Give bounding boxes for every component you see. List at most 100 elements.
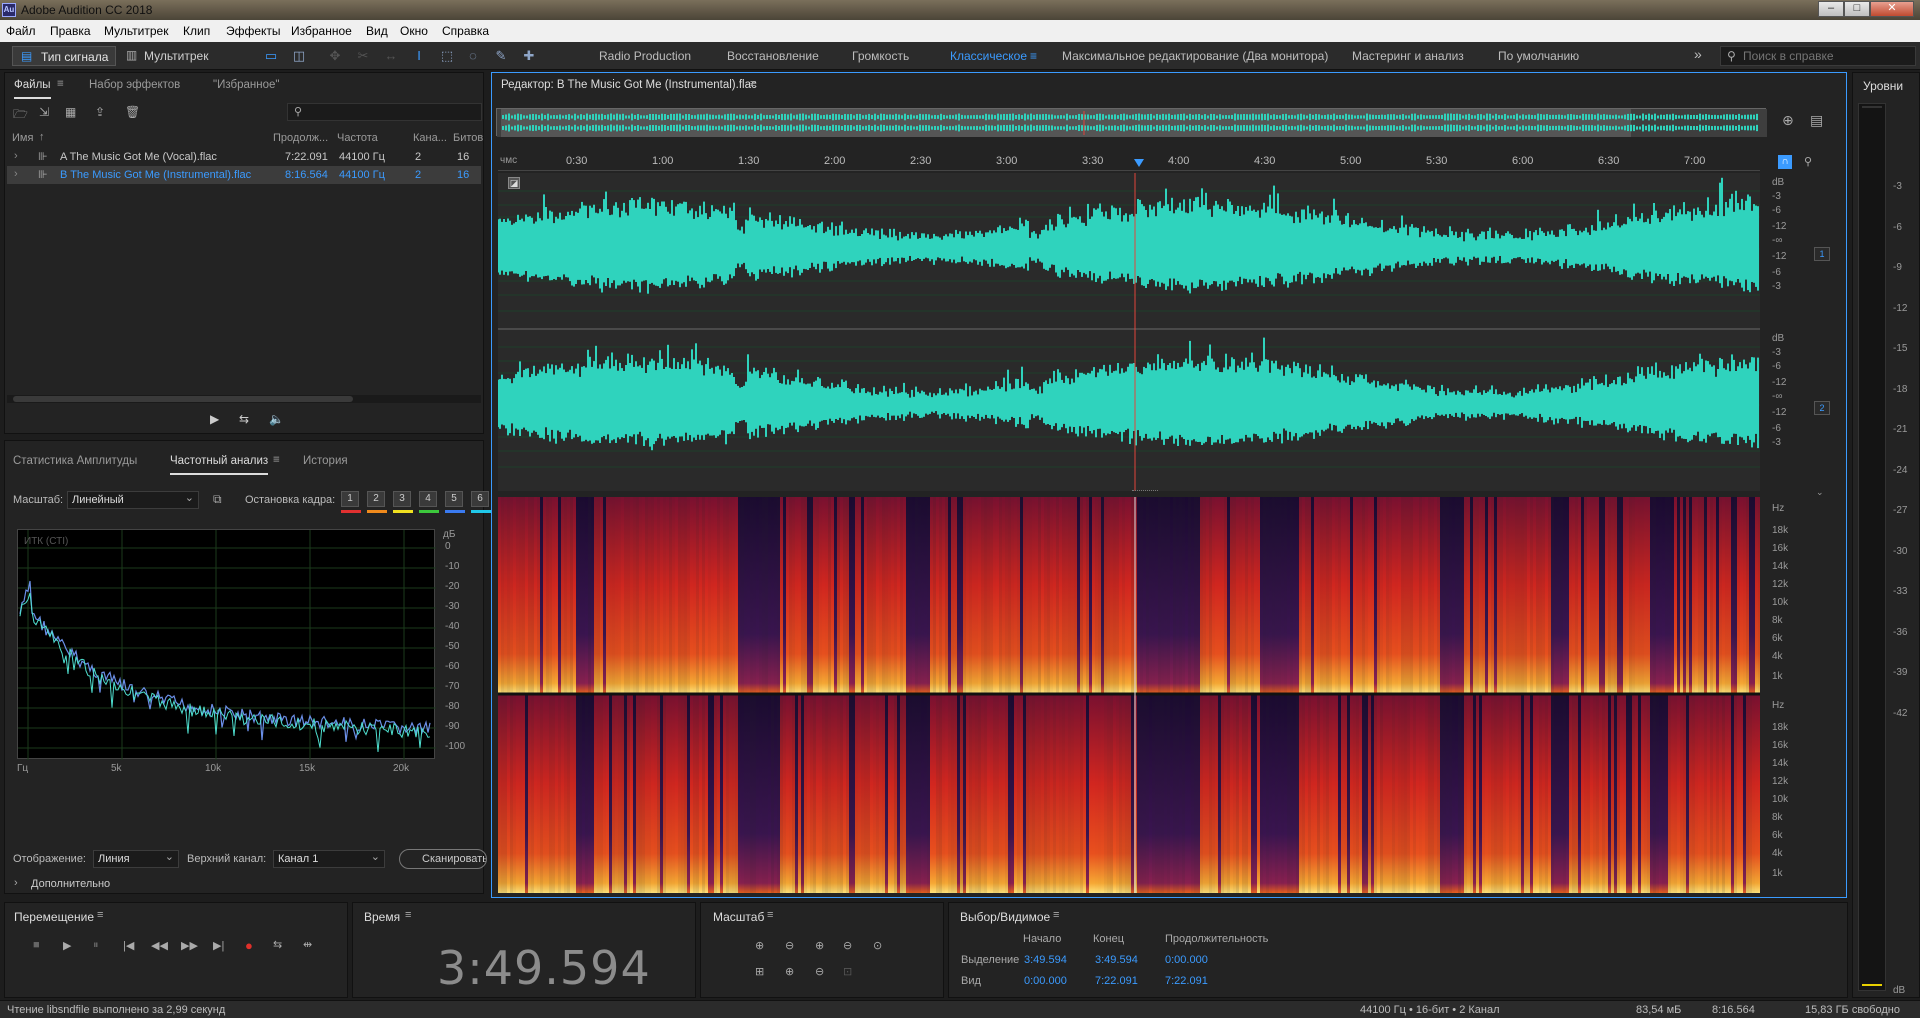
expand-icon[interactable]: › (14, 168, 18, 180)
zoom-navigator-icon[interactable]: ⊕ (1782, 112, 1794, 129)
channel-select[interactable]: Канал 1 (273, 850, 385, 868)
files-scrollbar[interactable] (7, 395, 481, 403)
zoom-out-full-icon[interactable]: ⊙ (873, 939, 882, 952)
workspace-classic[interactable]: Классическое (950, 49, 1027, 63)
col-duration[interactable]: Продолж... (273, 132, 328, 144)
more-workspaces-button[interactable]: » (1694, 46, 1702, 62)
transport-menu-icon[interactable]: ≡ (97, 909, 103, 921)
selection-start-field[interactable]: 3:49.594 (1024, 954, 1067, 966)
workspace-mastering[interactable]: Мастеринг и анализ (1352, 49, 1464, 63)
freeze-frame-button-2[interactable]: 2 (367, 491, 385, 507)
marquee-tool-icon[interactable]: ⬚ (438, 47, 456, 65)
record-button[interactable]: ● (245, 938, 253, 953)
zoom-out-amplitude-icon[interactable]: ⊖ (785, 939, 794, 952)
open-file-icon[interactable]: 🗁 (13, 105, 28, 126)
insert-multitrack-icon[interactable]: ⇪ (95, 105, 105, 119)
col-bits[interactable]: Битов (453, 132, 483, 144)
tab-frequency-analysis[interactable]: Частотный анализ (170, 455, 269, 475)
editor-menu-icon[interactable]: ≡ (750, 78, 756, 90)
pin-icon[interactable]: ⚲ (1804, 155, 1812, 168)
spot-healing-tool-icon[interactable]: ✚ (520, 47, 538, 65)
hud-icon[interactable]: ◪ (508, 177, 520, 189)
time-menu-icon[interactable]: ≡ (405, 909, 411, 921)
menu-file[interactable]: Файл (6, 24, 36, 38)
zoom-selection-icon[interactable]: ⊞ (755, 965, 764, 978)
selection-menu-icon[interactable]: ≡ (1053, 909, 1059, 921)
freeze-frame-button-4[interactable]: 4 (419, 491, 437, 507)
col-channels[interactable]: Кана... (413, 132, 447, 144)
waveform-display[interactable]: ◪ (497, 173, 1760, 491)
files-scrollbar-thumb[interactable] (13, 396, 353, 402)
go-to-end-button[interactable]: ▶| (213, 939, 224, 952)
rewind-button[interactable]: ◀◀ (151, 939, 168, 952)
frequency-graph[interactable]: ИТК (СТI) (17, 529, 436, 760)
table-row[interactable]: › ⊪ A The Music Got Me (Vocal).flac 7:22… (7, 148, 481, 166)
waveform-view-icon[interactable]: ▭ (262, 47, 280, 65)
scan-button[interactable]: Сканировать (399, 849, 487, 869)
col-name[interactable]: Имя (12, 132, 33, 144)
slip-tool-icon[interactable]: ↔ (382, 47, 400, 65)
zoom-in-amplitude-icon[interactable]: ⊕ (755, 939, 764, 952)
freeze-frame-button-5[interactable]: 5 (445, 491, 463, 507)
floating-window-icon[interactable]: ⧉ (213, 492, 222, 507)
razor-tool-icon[interactable]: ✂ (354, 47, 372, 65)
channel-2-toggle[interactable]: 2 (1814, 401, 1830, 415)
help-search-input[interactable] (1743, 48, 1913, 64)
split-handle[interactable] (1132, 490, 1158, 494)
selection-end-field[interactable]: 3:49.594 (1095, 954, 1138, 966)
menu-multitrack[interactable]: Мультитрек (104, 24, 168, 38)
tab-favorites[interactable]: "Избранное" (213, 79, 279, 91)
zoom-in-point-icon[interactable]: ⊕ (785, 965, 794, 978)
preview-loop-icon[interactable]: ⇆ (239, 412, 249, 426)
files-panel-menu-icon[interactable]: ≡ (57, 78, 64, 90)
view-duration-field[interactable]: 7:22.091 (1165, 975, 1208, 987)
fast-forward-button[interactable]: ▶▶ (181, 939, 198, 952)
tab-history[interactable]: История (303, 455, 348, 467)
import-file-icon[interactable]: ⇲ (39, 105, 49, 119)
spectral-view-icon[interactable]: ◫ (290, 47, 308, 65)
loop-button[interactable]: ⇆ (273, 938, 282, 951)
maximize-button[interactable]: □ (1844, 1, 1870, 17)
workspace-default[interactable]: По умолчанию (1498, 49, 1579, 63)
workspace-max-editing[interactable]: Максимальное редактирование (Два монитор… (1062, 49, 1328, 63)
zoom-out-point-icon[interactable]: ⊖ (815, 965, 824, 978)
expand-icon[interactable]: › (14, 150, 18, 162)
table-row-selected[interactable]: › ⊪ B The Music Got Me (Instrumental).fl… (7, 166, 481, 184)
waveform-mode-button[interactable]: ▤ Тип сигнала (12, 46, 116, 66)
menu-clip[interactable]: Клип (183, 24, 210, 38)
pause-button[interactable]: ⏸ (93, 939, 99, 952)
close-button[interactable]: ✕ (1870, 1, 1914, 17)
menu-effects[interactable]: Эффекты (226, 24, 281, 38)
display-select[interactable]: Линия (93, 850, 179, 868)
zoom-out-time-icon[interactable]: ⊖ (843, 939, 852, 952)
overview-strip[interactable] (496, 108, 1767, 137)
time-selection-tool-icon[interactable]: I (410, 47, 428, 65)
freeze-frame-button-6[interactable]: 6 (471, 491, 489, 507)
tab-files[interactable]: Файлы (14, 79, 51, 99)
brush-tool-icon[interactable]: ✎ (492, 47, 510, 65)
tab-effects-rack[interactable]: Набор эффектов (89, 79, 180, 91)
files-filter-box[interactable]: ⚲ (287, 103, 482, 121)
collapse-chevron-icon[interactable]: ⌄ (1816, 487, 1824, 498)
freeze-frame-button-3[interactable]: 3 (393, 491, 411, 507)
stop-button[interactable]: ■ (33, 939, 40, 951)
advanced-section[interactable]: Дополнительно (31, 878, 110, 890)
overview-options-icon[interactable]: ▤ (1810, 112, 1823, 129)
menu-window[interactable]: Окно (400, 24, 428, 38)
spectral-display[interactable] (498, 497, 1760, 893)
scale-select[interactable]: Линейный (67, 491, 199, 509)
go-to-start-button[interactable]: |◀ (123, 939, 134, 952)
menu-edit[interactable]: Правка (50, 24, 91, 38)
playhead-marker-icon[interactable] (1134, 159, 1144, 167)
preview-play-icon[interactable]: ▶ (210, 412, 219, 426)
workspace-radio-production[interactable]: Radio Production (599, 49, 691, 63)
menu-favorites[interactable]: Избранное (291, 24, 352, 38)
preview-volume-icon[interactable]: 🔈 (269, 412, 284, 426)
freeze-frame-button-1[interactable]: 1 (341, 491, 359, 507)
zoom-menu-icon[interactable]: ≡ (767, 909, 773, 921)
menu-view[interactable]: Вид (366, 24, 388, 38)
tab-amplitude-stats[interactable]: Статистика Амплитуды (13, 455, 137, 467)
skip-selection-button[interactable]: ⇹ (303, 938, 312, 951)
zoom-disabled-icon[interactable]: ⊡ (843, 965, 852, 978)
analysis-menu-icon[interactable]: ≡ (273, 454, 280, 466)
